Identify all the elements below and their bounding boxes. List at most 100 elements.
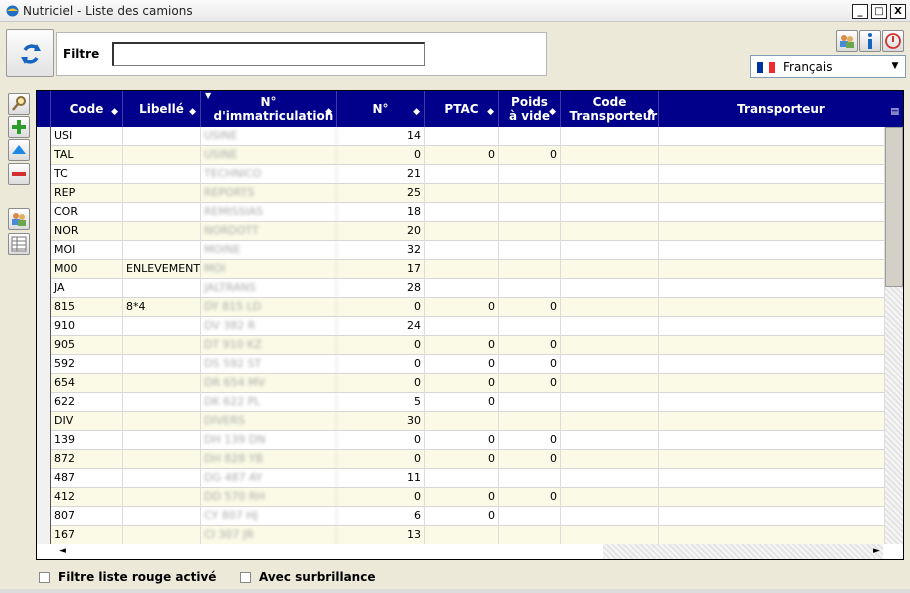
row-selector[interactable]	[37, 317, 51, 336]
add-icon	[12, 120, 26, 134]
table-row[interactable]: M00 ENLEVEMENT MOI 17	[37, 260, 885, 279]
table-row[interactable]: 622 DK 622 PL 5 0	[37, 393, 885, 412]
refresh-icon	[21, 44, 41, 64]
table-row[interactable]: REP REPORTS 25	[37, 184, 885, 203]
horizontal-scrollbar[interactable]: ◄ ►	[37, 544, 903, 559]
row-selector[interactable]	[37, 146, 51, 165]
cell-trans	[659, 393, 885, 412]
checkbox[interactable]	[39, 571, 50, 583]
horizontal-scroll-track[interactable]	[603, 544, 883, 559]
window-title: Nutriciel - Liste des camions	[23, 4, 193, 18]
table-row[interactable]: TAL USINE 0 0 0	[37, 146, 885, 165]
table-row[interactable]: 592 DS 592 ST 0 0 0	[37, 355, 885, 374]
people-icon	[12, 213, 26, 226]
maximize-button[interactable]: □	[871, 4, 887, 19]
row-selector[interactable]	[37, 450, 51, 469]
table-row[interactable]: JA JALTRANS 28	[37, 279, 885, 298]
people-button[interactable]	[8, 208, 30, 230]
row-selector[interactable]	[37, 393, 51, 412]
table-row[interactable]: TC TECHNICO 21	[37, 165, 885, 184]
column-header-libelle[interactable]: Libellé ◆	[123, 91, 201, 127]
remove-button[interactable]	[8, 163, 30, 185]
scroll-left-icon[interactable]: ◄	[59, 544, 66, 559]
row-selector[interactable]	[37, 431, 51, 450]
cell-code: 167	[51, 526, 123, 544]
info-button[interactable]	[859, 30, 881, 52]
cell-ctrans	[561, 469, 659, 488]
vertical-scrollbar[interactable]	[885, 127, 903, 544]
cell-poids: 0	[499, 146, 561, 165]
search-button[interactable]	[8, 93, 30, 115]
table-row[interactable]: 167 CI 307 JR 13	[37, 526, 885, 544]
close-button[interactable]: X	[890, 4, 906, 19]
vertical-scroll-thumb[interactable]	[885, 127, 903, 287]
cell-ptac	[425, 241, 499, 260]
row-selector[interactable]	[37, 260, 51, 279]
cell-poids	[499, 317, 561, 336]
row-selector[interactable]	[37, 222, 51, 241]
cell-code: 872	[51, 450, 123, 469]
row-selector[interactable]	[37, 279, 51, 298]
row-selector[interactable]	[37, 374, 51, 393]
red-list-filter-checkbox[interactable]: Filtre liste rouge activé	[39, 570, 216, 584]
table-row[interactable]: 910 DV 382 R 24	[37, 317, 885, 336]
column-header-ptac[interactable]: PTAC ◆	[425, 91, 499, 127]
highlight-checkbox[interactable]: Avec surbrillance	[240, 570, 375, 584]
column-header-code-transporteur[interactable]: Code Transporteur ◆	[561, 91, 659, 127]
cell-code: 910	[51, 317, 123, 336]
column-header-code[interactable]: Code ◆	[51, 91, 123, 127]
refresh-button[interactable]	[6, 29, 54, 77]
column-header-transporteur[interactable]: Transporteur ▤	[659, 91, 903, 127]
table-row[interactable]: 905 DT 910 KZ 0 0 0	[37, 336, 885, 355]
table-row[interactable]: 815 8*4 DY 815 LD 0 0 0	[37, 298, 885, 317]
table-row[interactable]: 872 DH 828 YB 0 0 0	[37, 450, 885, 469]
table-row[interactable]: COR REMISSIAS 18	[37, 203, 885, 222]
row-selector[interactable]	[37, 203, 51, 222]
move-up-button[interactable]	[8, 139, 30, 161]
row-selector[interactable]	[37, 355, 51, 374]
cell-poids: 0	[499, 488, 561, 507]
filter-input[interactable]	[112, 42, 425, 66]
row-selector[interactable]	[37, 507, 51, 526]
users-button[interactable]	[836, 30, 858, 52]
row-selector[interactable]	[37, 298, 51, 317]
row-selector[interactable]	[37, 184, 51, 203]
row-selector[interactable]	[37, 488, 51, 507]
column-header-numero[interactable]: N° ◆	[337, 91, 425, 127]
column-header-poids-vide[interactable]: Poids à vide ◆	[499, 91, 561, 127]
row-selector[interactable]	[37, 526, 51, 544]
table-row[interactable]: DIV DIVERS 30	[37, 412, 885, 431]
table-row[interactable]: 487 DG 487 AY 11	[37, 469, 885, 488]
row-selector[interactable]	[37, 127, 51, 146]
add-button[interactable]	[8, 116, 30, 138]
table-row[interactable]: 139 DH 139 DN 0 0 0	[37, 431, 885, 450]
row-selector[interactable]	[37, 469, 51, 488]
table-row[interactable]: USI USINE 14	[37, 127, 885, 146]
france-flag-icon	[757, 62, 775, 73]
cell-trans	[659, 184, 885, 203]
table-row[interactable]: NOR NORDOTT 20	[37, 222, 885, 241]
cell-code: NOR	[51, 222, 123, 241]
grid-view-button[interactable]	[8, 233, 30, 255]
row-selector[interactable]	[37, 241, 51, 260]
column-header-immatriculation[interactable]: N° d'immatriculation ◆	[201, 91, 337, 127]
highlight-label: Avec surbrillance	[259, 570, 376, 584]
table-row[interactable]: 412 DD 570 RH 0 0 0	[37, 488, 885, 507]
cell-code: TC	[51, 165, 123, 184]
vertical-scroll-track[interactable]	[885, 287, 903, 544]
cell-num: 0	[337, 374, 425, 393]
table-row[interactable]: 654 DR 654 MV 0 0 0	[37, 374, 885, 393]
power-button[interactable]	[882, 30, 904, 52]
cell-num: 11	[337, 469, 425, 488]
chevron-down-icon[interactable]: ▼	[887, 58, 903, 75]
minimize-button[interactable]: _	[852, 4, 868, 19]
table-row[interactable]: 807 CY 807 HJ 6 0	[37, 507, 885, 526]
checkbox[interactable]	[240, 571, 251, 583]
row-selector[interactable]	[37, 412, 51, 431]
row-selector[interactable]	[37, 165, 51, 184]
scroll-right-icon[interactable]: ►	[873, 544, 880, 559]
cell-poids	[499, 279, 561, 298]
language-select[interactable]: Français ▼	[750, 55, 906, 78]
row-selector[interactable]	[37, 336, 51, 355]
table-row[interactable]: MOI MOINE 32	[37, 241, 885, 260]
